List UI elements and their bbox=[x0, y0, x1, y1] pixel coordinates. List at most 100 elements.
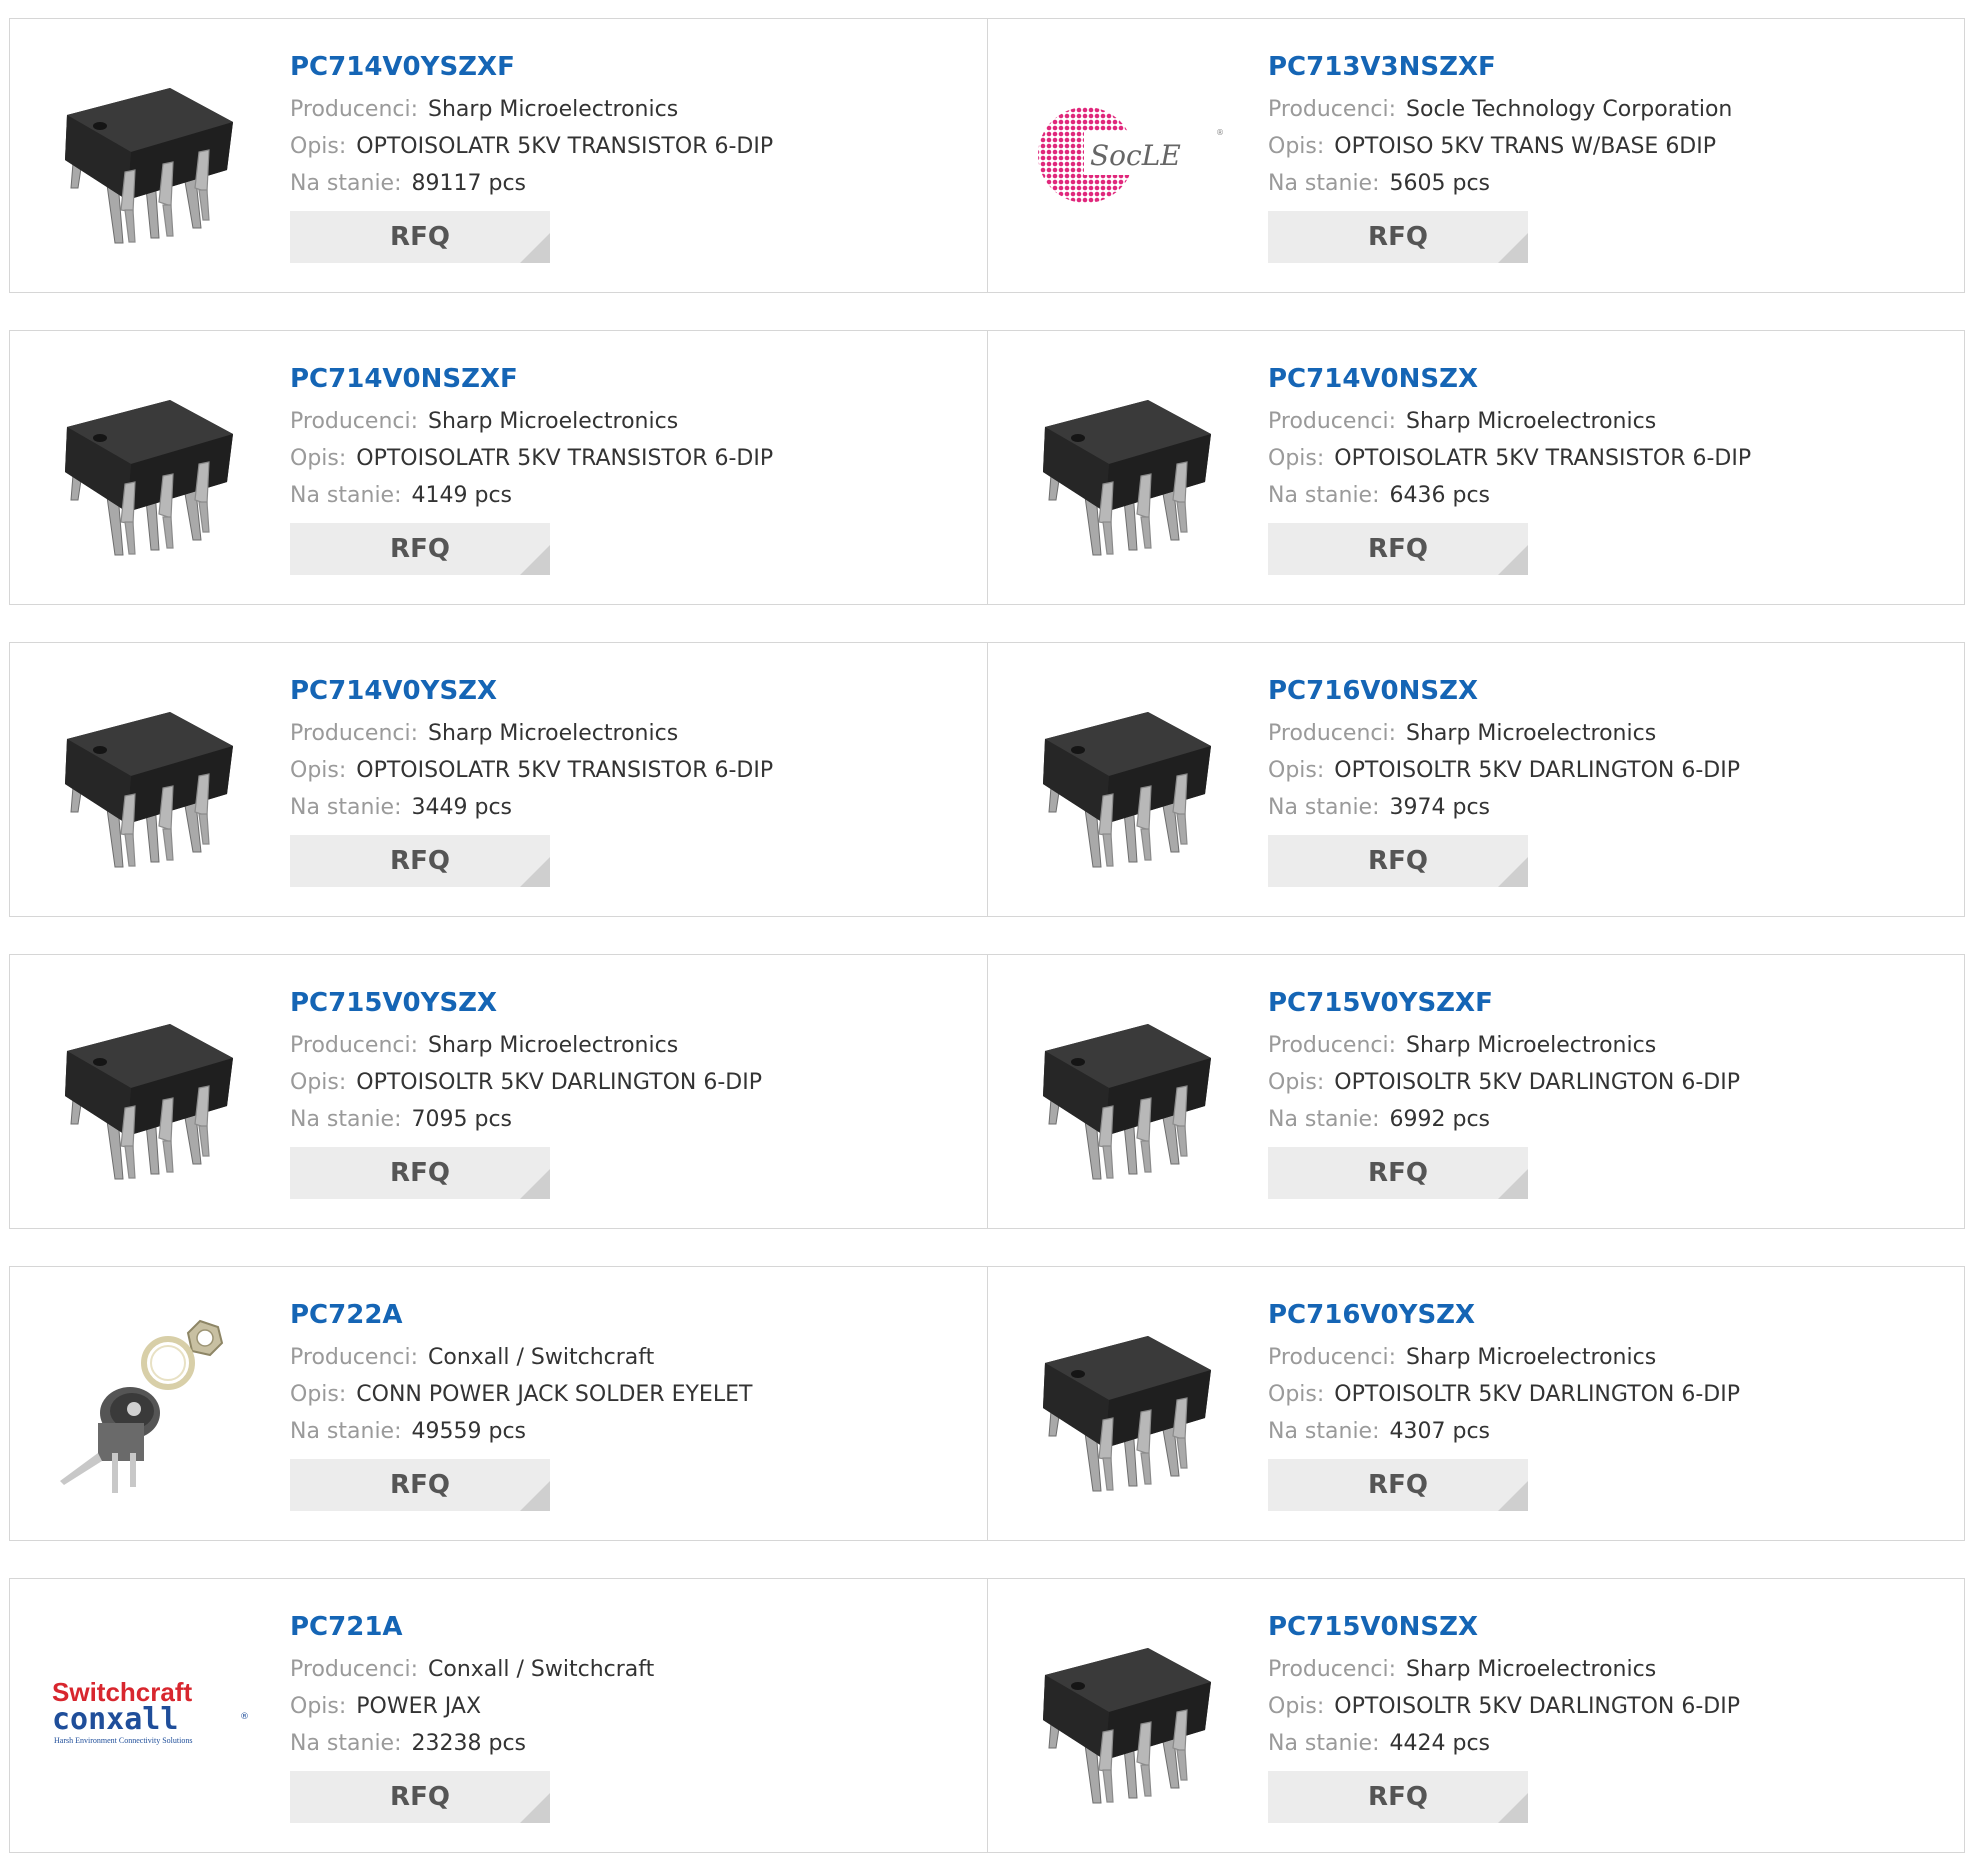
description-label: Opis: bbox=[1268, 758, 1325, 783]
stock-value: 7095 pcs bbox=[411, 1107, 513, 1132]
stock-label: Na stanie: bbox=[1268, 483, 1380, 508]
part-number-link[interactable]: PC714V0YSZX bbox=[290, 673, 967, 709]
part-number-link[interactable]: PC714V0YSZXF bbox=[290, 49, 967, 85]
manufacturer-label: Producenci: bbox=[290, 1345, 419, 1370]
description-value: OPTOISOLTR 5KV DARLINGTON 6-DIP bbox=[356, 1070, 762, 1095]
stock-label: Na stanie: bbox=[290, 483, 402, 508]
part-number-link[interactable]: PC713V3NSZXF bbox=[1268, 49, 1944, 85]
corner-triangle-icon bbox=[1498, 545, 1528, 575]
stock-value: 3974 pcs bbox=[1389, 795, 1491, 820]
dip6-chip-icon bbox=[65, 400, 233, 556]
product-image[interactable] bbox=[1028, 367, 1228, 567]
corner-triangle-icon bbox=[1498, 1793, 1528, 1823]
manufacturer-label: Producenci: bbox=[1268, 721, 1397, 746]
manufacturer-label: Producenci: bbox=[290, 721, 419, 746]
description-label: Opis: bbox=[290, 1070, 347, 1095]
stock-value: 89117 pcs bbox=[411, 171, 527, 196]
description-line: Opis: POWER JAX bbox=[290, 1688, 967, 1725]
rfq-button[interactable]: RFQ bbox=[1268, 523, 1528, 575]
product-image[interactable] bbox=[50, 367, 250, 567]
description-line: Opis: OPTOISOLTR 5KV DARLINGTON 6-DIP bbox=[1268, 1064, 1944, 1101]
description-line: Opis: OPTOISOLATR 5KV TRANSISTOR 6-DIP bbox=[290, 752, 967, 789]
product-row: PC722A Producenci: Conxall / Switchcraft Op… bbox=[9, 1266, 1965, 1541]
stock-label: Na stanie: bbox=[290, 1731, 402, 1756]
conxall-logo-text: conxall bbox=[52, 1702, 178, 1737]
corner-triangle-icon bbox=[1498, 1169, 1528, 1199]
part-number-link[interactable]: PC721A bbox=[290, 1609, 967, 1645]
product-image[interactable] bbox=[1028, 991, 1228, 1191]
rfq-button[interactable]: RFQ bbox=[290, 1459, 550, 1511]
product-card: PC714V0YSZX Producenci: Sharp Microelectro… bbox=[10, 643, 987, 916]
manufacturer-value: Sharp Microelectronics bbox=[428, 1033, 679, 1058]
rfq-label: RFQ bbox=[390, 1782, 450, 1812]
rfq-button[interactable]: RFQ bbox=[290, 1147, 550, 1199]
stock-label: Na stanie: bbox=[290, 171, 402, 196]
rfq-button[interactable]: RFQ bbox=[290, 835, 550, 887]
product-image[interactable] bbox=[1028, 1615, 1228, 1815]
description-line: Opis: CONN POWER JACK SOLDER EYELET bbox=[290, 1376, 967, 1413]
stock-value: 49559 pcs bbox=[411, 1419, 527, 1444]
rfq-button[interactable]: RFQ bbox=[290, 1771, 550, 1823]
product-image[interactable]: Switchcraft conxall ® Harsh Environment … bbox=[50, 1615, 250, 1815]
product-card: PC715V0YSZXF Producenci: Sharp Microelectr… bbox=[987, 955, 1964, 1228]
product-card: PC716V0NSZX Producenci: Sharp Microelectro… bbox=[987, 643, 1964, 916]
part-number-link[interactable]: PC715V0NSZX bbox=[1268, 1609, 1944, 1645]
product-image[interactable] bbox=[1028, 1303, 1228, 1503]
rfq-button[interactable]: RFQ bbox=[290, 523, 550, 575]
part-number-link[interactable]: PC722A bbox=[290, 1297, 967, 1333]
product-image[interactable] bbox=[50, 991, 250, 1191]
rfq-button[interactable]: RFQ bbox=[1268, 1459, 1528, 1511]
stock-line: Na stanie: 3449 pcs bbox=[290, 789, 967, 826]
svg-text:®: ® bbox=[240, 1712, 249, 1722]
product-row: PC714V0YSZX Producenci: Sharp Microelectro… bbox=[9, 642, 1965, 917]
manufacturer-label: Producenci: bbox=[1268, 1345, 1397, 1370]
manufacturer-line: Producenci: Conxall / Switchcraft bbox=[290, 1339, 967, 1376]
rfq-button[interactable]: RFQ bbox=[1268, 211, 1528, 263]
stock-line: Na stanie: 3974 pcs bbox=[1268, 789, 1944, 826]
stock-value: 3449 pcs bbox=[411, 795, 513, 820]
manufacturer-line: Producenci: Sharp Microelectronics bbox=[1268, 1027, 1944, 1064]
description-value: OPTOISOLATR 5KV TRANSISTOR 6-DIP bbox=[356, 758, 774, 783]
dip6-chip-icon bbox=[1043, 1024, 1211, 1180]
logo-tagline: Harsh Environment Connectivity Solutions bbox=[54, 1736, 192, 1745]
product-row: PC715V0YSZX Producenci: Sharp Microelectro… bbox=[9, 954, 1965, 1229]
stock-line: Na stanie: 23238 pcs bbox=[290, 1725, 967, 1762]
manufacturer-value: Sharp Microelectronics bbox=[1406, 409, 1657, 434]
manufacturer-label: Producenci: bbox=[290, 1033, 419, 1058]
part-number-link[interactable]: PC716V0YSZX bbox=[1268, 1297, 1944, 1333]
stock-line: Na stanie: 6436 pcs bbox=[1268, 477, 1944, 514]
part-number-link[interactable]: PC716V0NSZX bbox=[1268, 673, 1944, 709]
description-label: Opis: bbox=[290, 758, 347, 783]
part-number-link[interactable]: PC715V0YSZXF bbox=[1268, 985, 1944, 1021]
rfq-button[interactable]: RFQ bbox=[1268, 1147, 1528, 1199]
stock-value: 4149 pcs bbox=[411, 483, 513, 508]
description-label: Opis: bbox=[1268, 1382, 1325, 1407]
part-number-link[interactable]: PC714V0NSZX bbox=[1268, 361, 1944, 397]
description-label: Opis: bbox=[1268, 134, 1325, 159]
dip6-chip-icon bbox=[65, 88, 233, 244]
stock-label: Na stanie: bbox=[1268, 1419, 1380, 1444]
product-image[interactable] bbox=[1028, 679, 1228, 879]
description-label: Opis: bbox=[290, 446, 347, 471]
stock-line: Na stanie: 4149 pcs bbox=[290, 477, 967, 514]
product-image[interactable]: SocLE ® bbox=[1028, 55, 1228, 255]
socle-logo: SocLE ® bbox=[1038, 107, 1224, 203]
rfq-label: RFQ bbox=[390, 1158, 450, 1188]
manufacturer-line: Producenci: Socle Technology Corporation bbox=[1268, 91, 1944, 128]
stock-label: Na stanie: bbox=[1268, 1731, 1380, 1756]
part-number-link[interactable]: PC714V0NSZXF bbox=[290, 361, 967, 397]
manufacturer-value: Socle Technology Corporation bbox=[1406, 97, 1733, 122]
rfq-button[interactable]: RFQ bbox=[1268, 1771, 1528, 1823]
product-image[interactable] bbox=[50, 55, 250, 255]
part-number-link[interactable]: PC715V0YSZX bbox=[290, 985, 967, 1021]
manufacturer-value: Sharp Microelectronics bbox=[1406, 1033, 1657, 1058]
description-line: Opis: OPTOISOLTR 5KV DARLINGTON 6-DIP bbox=[1268, 752, 1944, 789]
rfq-button[interactable]: RFQ bbox=[290, 211, 550, 263]
description-label: Opis: bbox=[1268, 1070, 1325, 1095]
stock-value: 6436 pcs bbox=[1389, 483, 1491, 508]
product-card: SocLE ® PC713V3NSZXF Producenci: Socle Tec… bbox=[987, 19, 1964, 292]
product-image[interactable] bbox=[50, 679, 250, 879]
manufacturer-label: Producenci: bbox=[290, 1657, 419, 1682]
rfq-button[interactable]: RFQ bbox=[1268, 835, 1528, 887]
product-image[interactable] bbox=[50, 1303, 250, 1503]
